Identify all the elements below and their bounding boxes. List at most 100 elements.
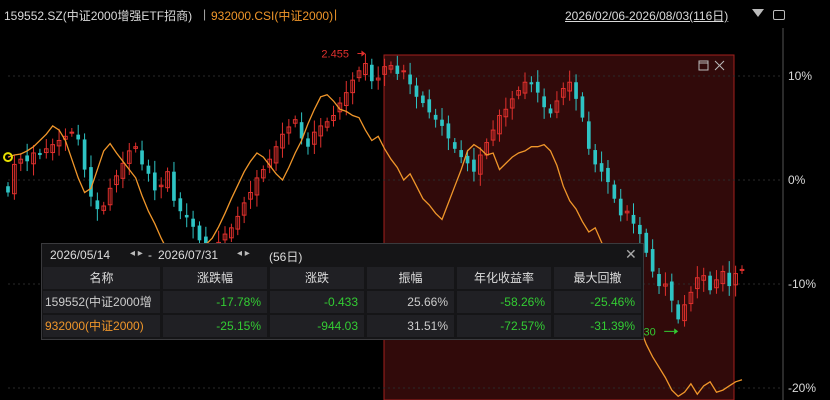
candlestick <box>18 153 24 172</box>
candle-body <box>89 167 93 197</box>
candlestick <box>25 143 29 172</box>
stats-row-etf[interactable]: 159552(中证2000增 -17.78% -0.433 25.66% -58… <box>42 291 643 314</box>
candle-body <box>580 96 585 118</box>
candle-body <box>452 142 457 149</box>
y-tick-label: -20% <box>788 381 816 395</box>
candlestick <box>318 118 324 148</box>
y-tick-label: 0% <box>788 173 806 187</box>
stats-row-index[interactable]: 932000(中证2000) -25.15% -944.03 31.51% -7… <box>42 315 643 338</box>
candle-body <box>599 163 604 172</box>
candlestick <box>273 140 279 171</box>
max-price-annotation: 2.455 <box>321 49 366 61</box>
candlestick <box>89 155 93 207</box>
candlestick <box>248 180 253 209</box>
y-tick-label: -10% <box>788 277 816 291</box>
candle-body <box>414 85 419 97</box>
candle-body <box>433 114 438 120</box>
candle-body <box>427 99 432 113</box>
candlestick <box>178 192 183 220</box>
candlestick <box>235 206 241 236</box>
candlestick <box>580 92 585 122</box>
candle-body <box>95 200 100 210</box>
close-icon[interactable]: ✕ <box>625 246 637 263</box>
candle-body <box>401 70 407 73</box>
candle-body <box>191 218 195 227</box>
annotation-label: 2.455 <box>321 49 349 61</box>
candle-body <box>535 81 540 93</box>
candle-body <box>631 214 636 224</box>
candlestick <box>292 115 298 128</box>
candle-body <box>727 272 732 287</box>
range-end-adjust-icon[interactable]: ◂ ▸ <box>237 248 250 259</box>
y-tick-label: 10% <box>788 69 812 83</box>
row-annualized-return: -72.57% <box>457 315 551 337</box>
candle-body <box>69 131 75 134</box>
candle-body <box>548 108 553 114</box>
candle-body <box>408 74 412 85</box>
range-dash: - <box>148 248 152 262</box>
candlestick <box>76 124 81 146</box>
header-name: 名称 <box>43 267 160 289</box>
candle-body <box>25 155 29 162</box>
row-amplitude: 31.51% <box>367 315 454 337</box>
candle-body <box>446 123 451 139</box>
candlestick <box>280 122 285 158</box>
candlestick <box>286 119 292 145</box>
candlestick <box>43 139 49 159</box>
candle-body <box>459 150 464 158</box>
header-annualized-return: 年化收益率 <box>457 267 551 289</box>
candle-body <box>38 152 42 156</box>
candle-body <box>529 82 534 85</box>
candlestick <box>101 201 107 215</box>
start-marker-icon <box>3 152 13 163</box>
candlestick <box>140 140 144 171</box>
range-start-adjust-icon[interactable]: ◂ ▸ <box>130 248 143 259</box>
candle-body <box>152 172 157 191</box>
header-max-drawdown: 最大回撤 <box>554 267 641 289</box>
candle-body <box>612 184 617 199</box>
candlestick <box>114 169 119 193</box>
candle-body <box>197 225 202 241</box>
candlestick <box>107 178 113 211</box>
candle-body <box>472 159 476 172</box>
candle-body <box>184 214 189 218</box>
candlestick <box>95 192 100 221</box>
candle-body <box>465 155 470 164</box>
candlestick <box>184 203 189 228</box>
candle-body <box>708 275 712 291</box>
candlestick <box>356 66 362 82</box>
candlestick <box>644 228 649 257</box>
candlestick <box>12 154 17 200</box>
candle-body <box>82 139 87 170</box>
candle-body <box>140 150 144 165</box>
range-start-date[interactable]: 2026/05/14 <box>50 248 110 262</box>
candle-body <box>650 249 655 272</box>
candle-body <box>644 232 649 253</box>
range-days: (56日) <box>269 250 303 264</box>
range-end-date[interactable]: 2026/07/31 <box>158 248 218 262</box>
candlestick <box>172 161 176 207</box>
candlestick <box>324 117 330 132</box>
candle-body <box>676 304 681 320</box>
row-name: 932000(中证2000) <box>43 315 160 337</box>
candle-body <box>146 165 151 174</box>
row-name: 159552(中证2000增 <box>43 291 160 313</box>
candlestick <box>6 182 10 197</box>
candle-body <box>638 224 642 235</box>
row-max-drawdown: -25.46% <box>554 291 641 313</box>
row-amplitude: 25.66% <box>367 291 454 313</box>
row-change-pct: -25.15% <box>163 315 267 337</box>
candlestick <box>739 265 745 275</box>
candle-body <box>395 65 400 74</box>
candlestick <box>254 170 260 207</box>
candle-body <box>6 186 10 193</box>
candle-body <box>76 134 81 140</box>
row-annualized-return: -58.26% <box>457 291 551 313</box>
candlestick <box>120 151 126 189</box>
candlestick <box>133 142 138 153</box>
candlestick <box>369 58 374 90</box>
kline-chart[interactable]: 10%0%-10%-20% 2.4551.830 <box>0 0 830 400</box>
y-axis: 10% 0% -10% -20% <box>788 69 816 395</box>
candlestick <box>82 133 87 178</box>
candlestick <box>229 223 234 242</box>
